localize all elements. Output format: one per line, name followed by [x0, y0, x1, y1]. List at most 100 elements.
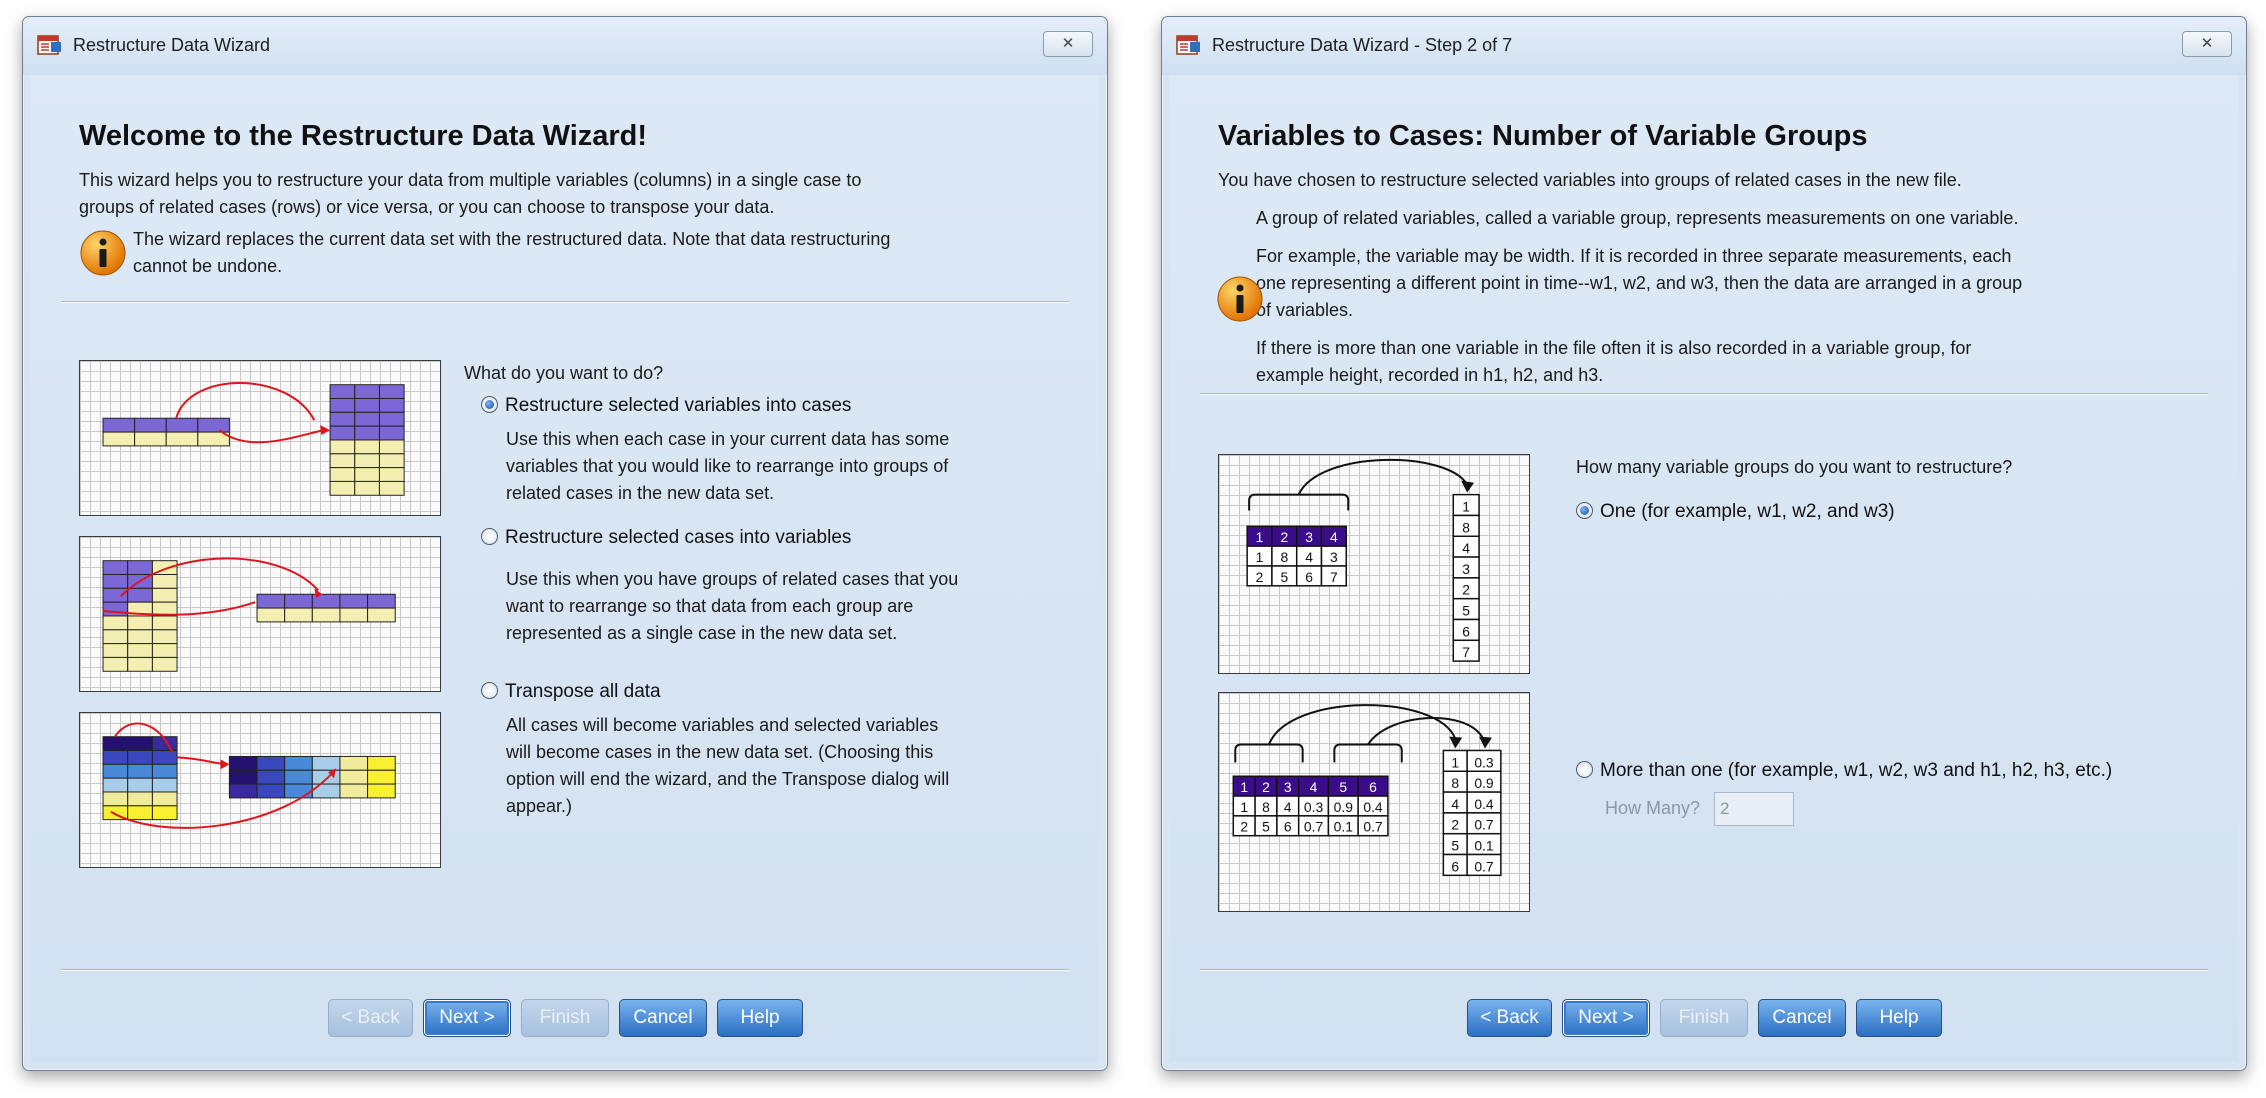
one-row-value: 1 [1256, 549, 1264, 565]
one-column-value: 1 [1462, 498, 1470, 514]
one-column-value: 4 [1462, 540, 1470, 556]
restructure-wizard-step2-window: Restructure Data Wizard - Step 2 of 7 ✕ … [1161, 16, 2247, 1071]
warning-line-2: cannot be undone. [133, 256, 283, 276]
one-column-value: 7 [1462, 644, 1470, 660]
cases-to-variables-diagram [102, 557, 396, 672]
multi-row-value: 0.4 [1363, 799, 1383, 815]
multi-row-value: 2 [1240, 819, 1248, 835]
radio-unselected-icon[interactable] [481, 528, 498, 545]
multi-header-value: 2 [1262, 779, 1270, 795]
one-row-value: 8 [1280, 549, 1288, 565]
cancel-button[interactable]: Cancel [1758, 999, 1846, 1037]
note-2-line-1: For example, the variable may be width. … [1256, 246, 2012, 266]
close-button[interactable]: ✕ [1043, 31, 1093, 57]
note-3-line-1: If there is more than one variable in th… [1256, 338, 1972, 358]
one-row-value: 4 [1305, 549, 1313, 565]
wizard-content: Variables to Cases: Number of Variable G… [1170, 75, 2238, 1062]
option-one-group-label: One (for example, w1, w2, and w3) [1600, 501, 1895, 522]
variables-to-cases-illustration [79, 360, 441, 516]
option-cases-to-variables-desc-1: Use this when you have groups of related… [506, 569, 959, 589]
title-bar: Restructure Data Wizard - Step 2 of 7 ✕ [1162, 17, 2246, 75]
option-more-than-one-label: More than one (for example, w1, w2, w3 a… [1600, 760, 2113, 781]
intro-text: You have chosen to restructure selected … [1218, 170, 1962, 190]
app-icon [1176, 35, 1200, 55]
window-title: Restructure Data Wizard - Step 2 of 7 [1212, 35, 1513, 55]
option-variables-to-cases[interactable]: Restructure selected variables into case… [481, 395, 851, 417]
multi-header-value: 4 [1310, 779, 1318, 795]
multi-column-a-value: 1 [1451, 754, 1459, 770]
one-row-value: 2 [1256, 569, 1264, 585]
multi-row-value: 0.7 [1304, 819, 1324, 835]
question-label: What do you want to do? [464, 363, 664, 383]
intro-line-2: groups of related cases (rows) or vice v… [79, 197, 775, 217]
multi-group-result-columns: 1 8 4 2 5 6 0.3 0.9 0.4 0.7 0.1 0.7 [1442, 749, 1502, 877]
question-label: How many variable groups do you want to … [1576, 457, 2013, 477]
option-more-than-one[interactable]: More than one (for example, w1, w2, w3 a… [1576, 760, 2112, 782]
transpose-illustration [79, 712, 441, 868]
separator [61, 301, 1069, 303]
option-transpose-desc-3: option will end the wizard, and the Tran… [506, 769, 950, 789]
option-variables-to-cases-desc-2: variables that you would like to rearran… [506, 456, 949, 476]
how-many-input[interactable]: 2 [1714, 792, 1794, 826]
multi-row-value: 1 [1240, 799, 1248, 815]
multi-header-value: 5 [1339, 779, 1347, 795]
multi-column-a-value: 8 [1451, 775, 1459, 791]
option-transpose-desc-1: All cases will become variables and sele… [506, 715, 939, 735]
option-transpose[interactable]: Transpose all data [481, 681, 661, 703]
back-button[interactable]: < Back [1467, 999, 1552, 1037]
option-one-group[interactable]: One (for example, w1, w2, and w3) [1576, 501, 1895, 523]
cancel-button[interactable]: Cancel [619, 999, 707, 1037]
separator [61, 969, 1069, 971]
multi-row-value: 0.9 [1334, 799, 1354, 815]
wizard-button-row: < Back Next > Finish Cancel Help [1467, 999, 1942, 1037]
multi-column-a-value: 6 [1451, 858, 1459, 874]
window-title: Restructure Data Wizard [73, 35, 271, 55]
multi-column-b-value: 0.4 [1474, 796, 1494, 812]
option-transpose-label: Transpose all data [505, 681, 661, 702]
one-column-value: 3 [1462, 561, 1470, 577]
next-button[interactable]: Next > [1562, 999, 1650, 1037]
multi-header-value: 6 [1369, 779, 1377, 795]
multi-group-data-table: 1 2 3 4 5 61 8 4 0.3 0.9 0.42 5 6 0.7 0.1 0.7 [1232, 775, 1389, 837]
radio-selected-icon[interactable] [1576, 502, 1593, 519]
radio-selected-icon[interactable] [481, 396, 498, 413]
one-column-value: 2 [1462, 582, 1470, 598]
multi-column-b-value: 0.9 [1474, 775, 1494, 791]
help-button[interactable]: Help [1856, 999, 1942, 1037]
option-transpose-desc-4: appear.) [506, 796, 573, 816]
info-icon [1217, 276, 1263, 322]
one-column-value: 8 [1462, 519, 1470, 535]
multi-header-value: 3 [1284, 779, 1292, 795]
radio-unselected-icon[interactable] [481, 682, 498, 699]
wizard-button-row: < Back Next > Finish Cancel Help [328, 999, 803, 1037]
next-button[interactable]: Next > [423, 999, 511, 1037]
close-button[interactable]: ✕ [2182, 31, 2232, 57]
back-button[interactable]: < Back [328, 999, 413, 1037]
variables-to-cases-diagram [102, 382, 405, 496]
app-icon [37, 35, 61, 55]
option-variables-to-cases-desc-3: related cases in the new data set. [506, 483, 775, 503]
multi-column-a-value: 4 [1451, 796, 1459, 812]
one-row-value: 7 [1330, 569, 1338, 585]
multi-column-a-value: 2 [1451, 817, 1459, 833]
one-header-value: 3 [1305, 529, 1313, 545]
one-row-value: 5 [1280, 569, 1288, 585]
finish-button[interactable]: Finish [1660, 999, 1748, 1037]
one-row-value: 6 [1305, 569, 1313, 585]
finish-button[interactable]: Finish [521, 999, 609, 1037]
restructure-wizard-welcome-window: Restructure Data Wizard ✕ Welcome to the… [22, 16, 1108, 1071]
one-row-value: 3 [1330, 549, 1338, 565]
cases-to-variables-illustration [79, 536, 441, 692]
info-icon [80, 230, 126, 276]
note-1: A group of related variables, called a v… [1256, 208, 2019, 228]
radio-unselected-icon[interactable] [1576, 761, 1593, 778]
help-button[interactable]: Help [717, 999, 803, 1037]
separator [1200, 969, 2208, 971]
note-3-line-2: example height, recorded in h1, h2, and … [1256, 365, 1604, 385]
option-cases-to-variables-desc-3: represented as a single case in the new … [506, 623, 898, 643]
one-variable-group-illustration: 123418432567 18432567 [1218, 454, 1530, 674]
multi-row-value: 8 [1262, 799, 1270, 815]
multi-column-b-value: 0.3 [1474, 754, 1494, 770]
option-cases-to-variables-desc-2: want to rearrange so that data from each… [506, 596, 914, 616]
option-cases-to-variables[interactable]: Restructure selected cases into variable… [481, 527, 851, 549]
